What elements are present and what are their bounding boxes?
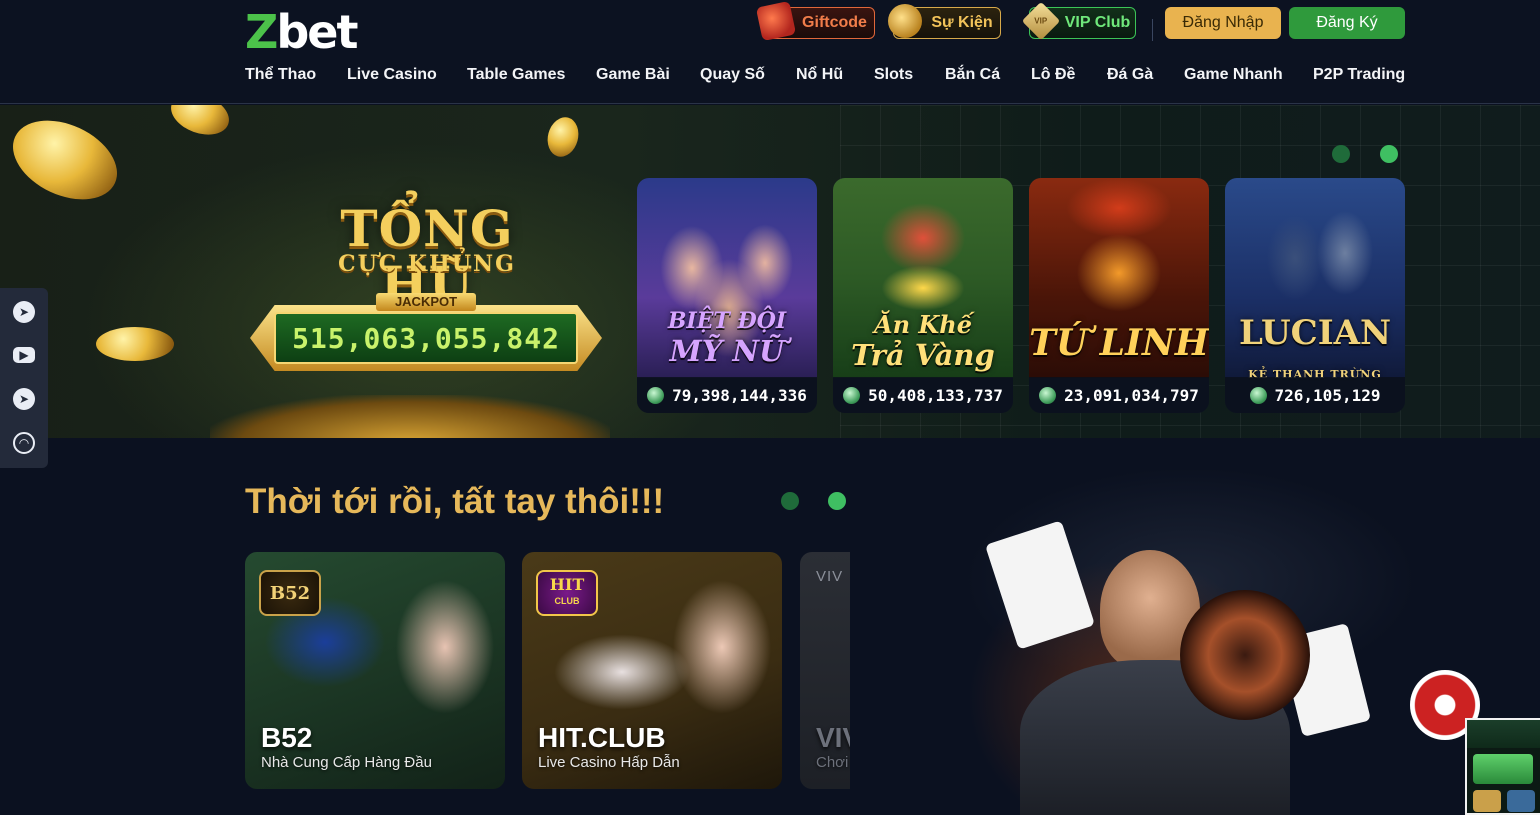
provider-card-vivo[interactable]: VIV VIV Chơi xyxy=(800,552,850,789)
game-title: BIỆT ĐỘI MỸ NỮ xyxy=(667,308,787,368)
nav-game-bai[interactable]: Game Bài xyxy=(596,66,670,84)
top-actions: Giftcode Sự Kiện VIP VIP Club Đăng Nhập … xyxy=(0,0,1540,42)
jackpot-label: JACKPOT xyxy=(376,293,476,311)
thumbnail-tile xyxy=(1473,790,1501,812)
site-header: Zbet Giftcode Sự Kiện VIP VIP Club Đăng … xyxy=(0,0,1540,104)
promo-thumbnail-popup[interactable] xyxy=(1465,718,1540,815)
provider-card-hit-club[interactable]: HIT CLUB HIT.CLUB Live Casino Hấp Dẫn xyxy=(522,552,782,789)
register-button[interactable]: Đăng Ký xyxy=(1289,7,1405,39)
thumbnail-tile xyxy=(1507,790,1535,812)
login-button[interactable]: Đăng Nhập xyxy=(1165,7,1281,39)
casino-promo-image xyxy=(850,470,1540,815)
game-title: LUCIAN xyxy=(1238,313,1392,353)
giftcode-button[interactable]: Giftcode xyxy=(755,0,875,42)
provider-description: Live Casino Hấp Dẫn xyxy=(538,754,680,771)
header-divider xyxy=(1152,19,1153,41)
gem-icon xyxy=(843,386,861,404)
thumbnail-banner xyxy=(1473,754,1533,784)
youtube-icon[interactable]: ▶ xyxy=(13,347,35,363)
game-jackpot-amount: 79,398,144,336 xyxy=(637,377,817,413)
game-jackpot-amount: 726,105,129 xyxy=(1225,377,1405,413)
nav-da-ga[interactable]: Đá Gà xyxy=(1107,66,1153,84)
game-card-an-khe-tra-vang[interactable]: Ăn Khế Trả Vàng 50,408,133,737 xyxy=(833,178,1013,413)
provider-description: Nhà Cung Cấp Hàng Đầu xyxy=(261,754,432,771)
b52-logo: B52 xyxy=(259,570,321,616)
game-card-tu-linh[interactable]: TỨ LINH 23,091,034,797 xyxy=(1029,178,1209,413)
lobby-carousel-prev-dot[interactable] xyxy=(781,492,799,510)
provider-name: VIV xyxy=(816,722,850,753)
nav-no-hu[interactable]: Nổ Hũ xyxy=(796,66,843,84)
hit-club-logo: HIT CLUB xyxy=(536,570,598,616)
carousel-prev-dot[interactable] xyxy=(1332,145,1350,163)
game-jackpot-amount: 23,091,034,797 xyxy=(1029,377,1209,413)
gold-coin-decoration xyxy=(96,327,174,361)
roulette-wheel xyxy=(1180,590,1310,720)
gold-coin-decoration xyxy=(543,113,583,161)
headset-icon[interactable]: ◠ xyxy=(13,432,35,454)
vip-club-button[interactable]: VIP VIP Club xyxy=(1021,1,1136,41)
game-card-lucian[interactable]: LUCIAN KẺ THANH TRỪNG 726,105,129 xyxy=(1225,178,1405,413)
nav-game-nhanh[interactable]: Game Nhanh xyxy=(1184,66,1283,84)
lobby-section-title: Thời tới rồi, tất tay thôi!!! xyxy=(245,482,665,521)
jackpot-subtitle: CỰC KHỦNG xyxy=(338,251,516,277)
nav-table-games[interactable]: Table Games xyxy=(467,66,565,84)
telegram-icon[interactable]: ➤ xyxy=(13,388,35,410)
game-title: Ăn Khế Trả Vàng xyxy=(851,310,995,372)
provider-name: HIT.CLUB xyxy=(538,722,666,753)
gold-coin-decoration xyxy=(0,105,130,215)
telegram-icon[interactable]: ➤ xyxy=(13,301,35,323)
trophy-icon xyxy=(888,4,922,38)
gem-icon xyxy=(647,386,665,404)
social-sidebar: ➤ ▶ ➤ ◠ xyxy=(0,288,48,468)
event-button[interactable]: Sự Kiện xyxy=(888,4,1001,39)
gem-icon xyxy=(1249,386,1267,404)
provider-description: Chơi xyxy=(816,754,849,771)
nav-quay-so[interactable]: Quay Số xyxy=(700,66,765,84)
main-nav: Thể Thao Live Casino Table Games Game Bà… xyxy=(245,66,1405,90)
nav-lo-de[interactable]: Lô Đề xyxy=(1031,66,1075,84)
gift-icon xyxy=(755,0,797,42)
gold-coin-decoration xyxy=(165,105,235,143)
game-jackpot-amount: 50,408,133,737 xyxy=(833,377,1013,413)
game-title: TỨ LINH xyxy=(1029,322,1209,364)
nav-the-thao[interactable]: Thể Thao xyxy=(245,66,316,84)
lobby-carousel-next-dot[interactable] xyxy=(828,492,846,510)
nav-ban-ca[interactable]: Bắn Cá xyxy=(945,66,1000,84)
jackpot-hero-banner: TỔNG HŨ CỰC KHỦNG 515,063,055,842 JACKPO… xyxy=(0,105,1540,438)
vivo-logo: VIV xyxy=(816,568,844,585)
nav-p2p-trading[interactable]: P2P Trading xyxy=(1313,66,1405,84)
vip-badge-icon: VIP xyxy=(1021,1,1061,41)
nav-live-casino[interactable]: Live Casino xyxy=(347,66,437,84)
carousel-next-dot[interactable] xyxy=(1380,145,1398,163)
thumbnail-header xyxy=(1467,720,1540,748)
provider-card-b52[interactable]: B52 B52 Nhà Cung Cấp Hàng Đầu xyxy=(245,552,505,789)
jackpot-value: 515,063,055,842 xyxy=(274,312,578,364)
playing-card-ace-spades xyxy=(984,520,1096,650)
game-card-biet-doi-my-nu[interactable]: BIỆT ĐỘI MỸ NỮ 79,398,144,336 xyxy=(637,178,817,413)
coin-pile-decoration xyxy=(210,395,610,438)
gem-icon xyxy=(1039,386,1057,404)
provider-name: B52 xyxy=(261,722,313,753)
nav-slots[interactable]: Slots xyxy=(874,66,913,84)
